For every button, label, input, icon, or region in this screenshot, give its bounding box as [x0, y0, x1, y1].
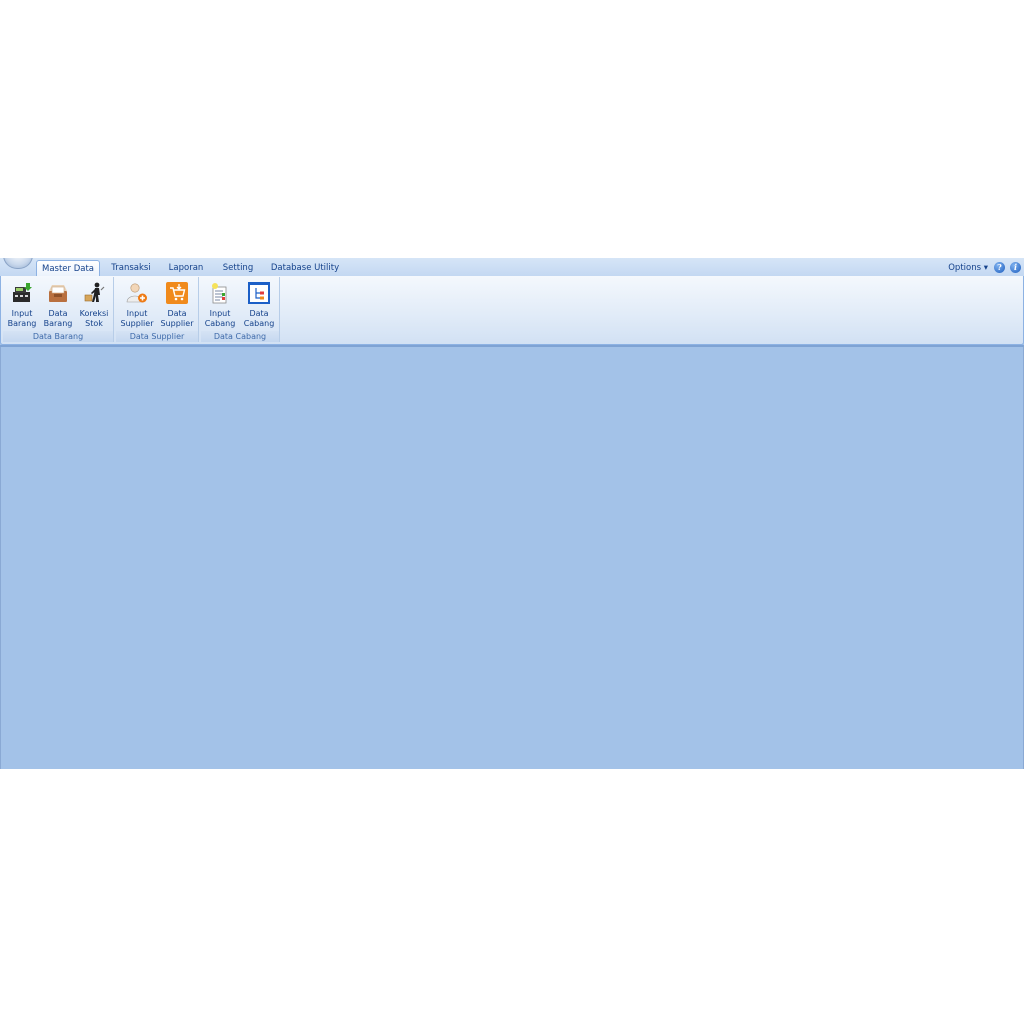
group-data-cabang: Input Cabang Data Cabang Data Cabang	[201, 277, 280, 342]
input-supplier-button[interactable]: Input Supplier	[119, 279, 155, 329]
ribbon-tab-bar: Master Data Transaksi Laporan Setting Da…	[0, 258, 1024, 277]
ribbon-panel: Input Barang Data Barang Koreksi Stok Da…	[0, 276, 1024, 345]
worker-icon	[84, 282, 105, 302]
options-menu[interactable]: Options ▾	[948, 261, 988, 275]
data-cabang-label: Data Cabang	[243, 309, 275, 328]
shopping-cart-icon	[166, 282, 188, 304]
help-icon[interactable]: ?	[994, 262, 1005, 273]
cash-register-icon	[13, 283, 32, 302]
tab-database-utility[interactable]: Database Utility	[266, 260, 344, 276]
mdi-workspace	[0, 347, 1024, 769]
input-supplier-label: Input Supplier	[120, 309, 154, 328]
info-icon[interactable]: i	[1010, 262, 1021, 273]
input-cabang-label: Input Cabang	[204, 309, 236, 328]
group-data-barang: Input Barang Data Barang Koreksi Stok Da…	[3, 277, 114, 342]
input-barang-label: Input Barang	[7, 309, 37, 328]
checklist-icon	[212, 283, 227, 304]
group-label-data-barang: Data Barang	[3, 331, 113, 342]
koreksi-stok-label: Koreksi Stok	[79, 309, 109, 328]
koreksi-stok-button[interactable]: Koreksi Stok	[76, 279, 112, 329]
input-barang-button[interactable]: Input Barang	[4, 279, 40, 329]
branch-window-icon	[248, 282, 270, 304]
inbox-tray-icon	[49, 285, 67, 302]
data-supplier-button[interactable]: Data Supplier	[159, 279, 195, 329]
application-window: Master Data Transaksi Laporan Setting Da…	[0, 258, 1024, 769]
group-data-supplier: Input Supplier Data Supplier Data Suppli…	[116, 277, 199, 342]
data-barang-button[interactable]: Data Barang	[40, 279, 76, 329]
group-label-data-cabang: Data Cabang	[201, 331, 279, 342]
input-cabang-button[interactable]: Input Cabang	[202, 279, 238, 329]
add-user-icon	[126, 283, 147, 303]
tab-transaksi[interactable]: Transaksi	[104, 260, 158, 276]
group-label-data-supplier: Data Supplier	[116, 331, 198, 342]
data-supplier-label: Data Supplier	[160, 309, 194, 328]
tab-laporan[interactable]: Laporan	[162, 260, 210, 276]
tab-setting[interactable]: Setting	[216, 260, 260, 276]
tab-master-data[interactable]: Master Data	[36, 260, 100, 277]
data-barang-label: Data Barang	[43, 309, 73, 328]
application-orb-button[interactable]	[3, 258, 33, 269]
data-cabang-button[interactable]: Data Cabang	[241, 279, 277, 329]
